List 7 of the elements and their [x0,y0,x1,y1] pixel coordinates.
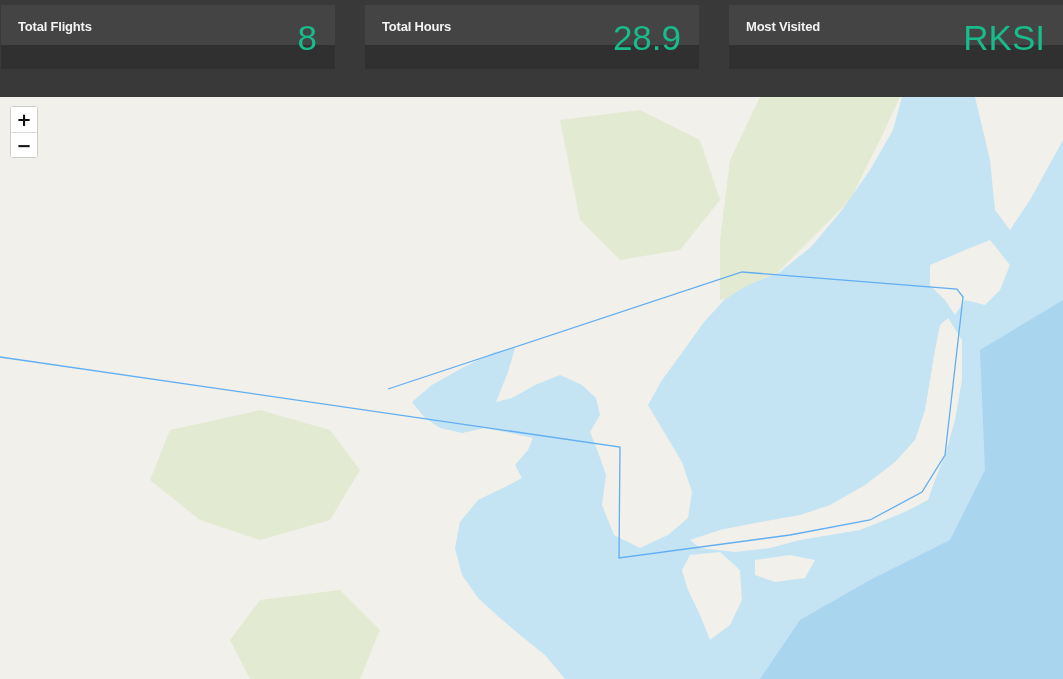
stat-label: Total Flights [18,19,92,35]
stat-value: RKSI [963,18,1045,58]
stat-value: 28.9 [612,18,681,58]
zoom-out-button[interactable]: − [11,132,37,157]
stat-label: Total Hours [382,19,452,35]
stat-label: Most Visited [746,19,820,35]
stat-value: 8 [297,18,317,58]
